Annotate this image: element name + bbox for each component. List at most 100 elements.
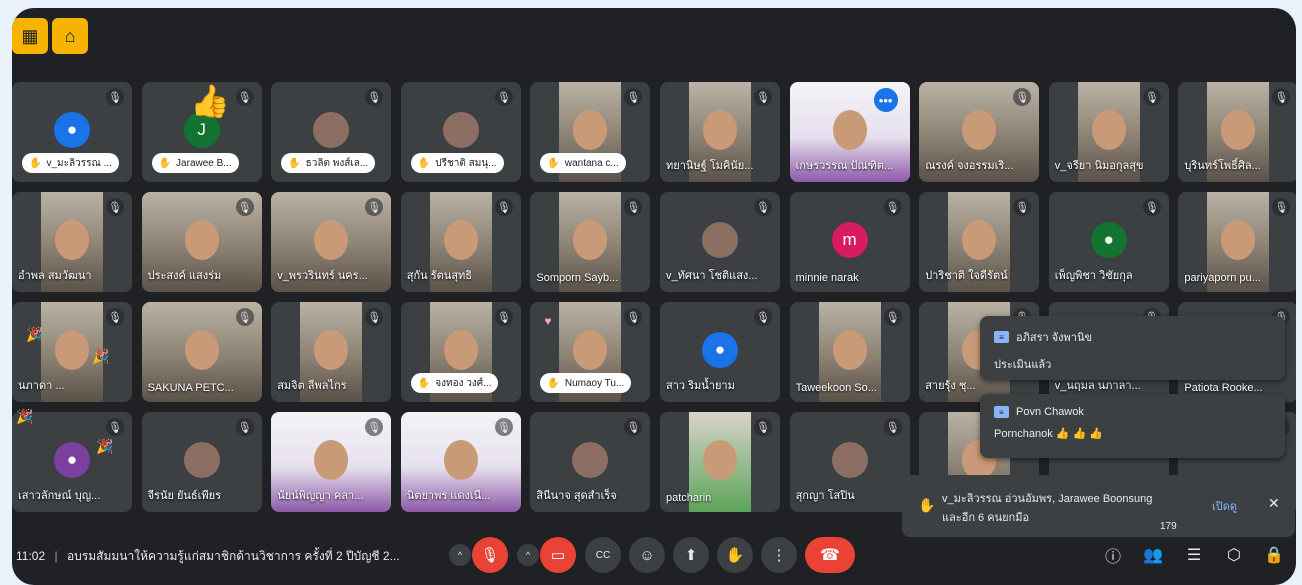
mic-muted-icon: 🎙 (494, 308, 513, 326)
raised-hand-name-pill: ✋ ปรีชาติ สมนุ... (410, 153, 504, 173)
avatar (442, 112, 479, 148)
participant-name: v_พรวรินทร์ นคร... (277, 270, 368, 282)
raise-hand-button[interactable]: ✋ (717, 537, 753, 573)
mic-options-chevron-icon[interactable]: ^ (449, 544, 471, 566)
chat-panel-icon[interactable]: ☰ (1180, 541, 1208, 569)
participant-face (1221, 110, 1256, 150)
mic-off-button[interactable]: 🎙 (472, 537, 508, 573)
more-options-icon[interactable]: ••• (873, 88, 898, 112)
chat-sender: อภิสรา จังพานิข (1016, 332, 1092, 344)
participant-tile[interactable]: 🎙 บุรินทร์โพธิ์ศิล... (1178, 82, 1296, 182)
participant-tile[interactable]: 🎙 pariyaporn pu... (1178, 192, 1296, 292)
participant-tile[interactable]: 🎙 v_พรวรินทร์ นคร... (271, 192, 392, 292)
participant-tile[interactable]: 🎙 อำพล สมวัฒนา (12, 192, 132, 292)
participant-name: อำพล สมวัฒนา (18, 270, 92, 282)
participant-tile[interactable]: ● 🎙 สาว ริมน้ำยาม (660, 302, 780, 402)
participant-name: Patiota Rooke... (1184, 382, 1263, 394)
confetti-icon: 🎉 (26, 326, 44, 342)
chat-icon: ≡ (994, 331, 1009, 343)
raised-hand-icon: ✋ (547, 157, 560, 169)
participant-tile[interactable]: 🎙 สินีนาจ สุดสำเร็จ (530, 412, 651, 512)
participant-name: ปรีชาติ สมนุ... (435, 157, 497, 169)
raised-hand-icon: ✋ (29, 157, 42, 169)
close-notification-button[interactable]: ✕ (1268, 495, 1280, 512)
participant-face (55, 220, 89, 260)
mic-muted-icon: 🎙 (365, 88, 384, 106)
participant-tile[interactable]: 🎙 จีรนัย ยันธ์เพียร (141, 412, 262, 512)
mic-muted-icon: 🎙 (365, 308, 384, 326)
participant-face (573, 330, 608, 370)
chat-message: Pornchanok 👍 👍 👍 (994, 428, 1103, 440)
participant-tile[interactable]: ••• เกษรวรรณ ปัณฑิต... (789, 82, 910, 182)
raised-hand-name-pill: ✋ Numaoy Tu... (540, 373, 632, 393)
host-controls-lock-icon[interactable]: 🔒 (1260, 541, 1288, 569)
participant-tile[interactable]: ● 🎙 เพ็ญพิชา วิชัยกุล (1048, 192, 1169, 292)
confetti-icon: 🎉 (16, 408, 34, 424)
participant-tile[interactable]: 🎙 ♥ ✋ Numaoy Tu... (530, 302, 651, 402)
camera-options-chevron-icon[interactable]: ^ (517, 544, 539, 566)
participant-name: v_ทัศนา โชติแสง... (666, 270, 758, 282)
mic-muted-icon: 🎙 (494, 88, 513, 106)
participant-name: Somporn Sayb... (536, 272, 619, 284)
participant-tile[interactable]: ● 🎙 ✋ v_มะลิวรรณ ... (12, 82, 132, 182)
mic-muted-icon: 🎙 (494, 198, 513, 216)
raised-hands-more: และอีก 6 คนยกมือ (942, 512, 1030, 524)
chat-notification-2[interactable]: ≡ Povn Chawok Pornchanok 👍 👍 👍 (980, 394, 1285, 458)
participant-tile[interactable]: 🎙 สุกญา โสปิน (789, 412, 910, 512)
raised-hand-icon: ✋ (547, 377, 560, 389)
participant-tile[interactable]: 🎙 ✋ จงทอง วงศ์... (400, 302, 521, 402)
mic-muted-icon: 🎙 (235, 418, 254, 436)
participant-tile[interactable]: 🎙 ✋ ปรีชาติ สมนุ... (400, 82, 521, 182)
participant-name: ธวลิต พงส์เล... (305, 157, 369, 169)
confetti-icon: 🎉 (96, 438, 114, 454)
participant-tile[interactable]: 🎙 SAKUNA PETC... (141, 302, 262, 402)
chat-notification-1[interactable]: ≡ อภิสรา จังพานิข ประเมินแล้ว (980, 316, 1285, 380)
participant-tile[interactable]: 🎙 นภาดา ... (12, 302, 132, 402)
mic-muted-icon: 🎙 (106, 88, 124, 106)
participant-name: เพ็ญพิชา วิชัยกุล (1054, 270, 1133, 282)
participant-tile[interactable]: 🎙 Taweekoon So... (789, 302, 910, 402)
leave-call-button[interactable]: ☎ (805, 537, 855, 573)
mic-muted-icon: 🎙 (235, 198, 254, 216)
participant-face (1221, 220, 1256, 260)
meeting-time: 11:02 (16, 549, 46, 563)
more-options-button[interactable]: ⋮ (761, 537, 797, 573)
people-icon[interactable]: 👥 (1139, 541, 1167, 569)
captions-button[interactable]: CC (585, 537, 621, 573)
participant-tile[interactable]: m 🎙 minnie narak (789, 192, 910, 292)
participant-tile[interactable]: 🎙 v_ทัศนา โชติแสง... (660, 192, 780, 292)
participant-tile[interactable]: 🎙 ปาริชาติ ใจดีรัตน์ (919, 192, 1040, 292)
participant-tile[interactable]: 🎙 ✋ ธวลิต พงส์เล... (271, 82, 392, 182)
participant-face (962, 110, 997, 150)
raised-hand-name-pill: ✋ wantana c... (540, 153, 626, 173)
meeting-info-icon[interactable]: ⓘ (1099, 541, 1127, 569)
participant-tile[interactable]: 🎙 นัยน์พิญญา คลา... (271, 412, 392, 512)
participant-tile[interactable]: 🎙 นิตยาพร แดงเนื... (400, 412, 521, 512)
building-icon[interactable]: ⌂ (52, 18, 88, 54)
camera-off-button[interactable]: ▭ (540, 537, 576, 573)
participant-face (314, 330, 349, 370)
participant-tile[interactable]: 🎙 สมจิต ลีพลไกร (271, 302, 392, 402)
participant-tile[interactable]: 🎙 Somporn Sayb... (530, 192, 651, 292)
present-screen-button[interactable]: ⬆ (673, 537, 709, 573)
participant-tile[interactable]: 🎙 ณรงค์ จงอรรมเริ... (919, 82, 1040, 182)
participant-name: บุรินทร์โพธิ์ศิล... (1184, 160, 1261, 172)
mic-muted-icon: 🎙 (754, 198, 772, 216)
participant-tile[interactable]: 🎙 patcharin (660, 412, 780, 512)
participant-name: เกษรวรรณ ปัณฑิต... (795, 160, 894, 172)
activities-icon[interactable]: ⬡ (1220, 541, 1248, 569)
participant-tile[interactable]: 🎙 ✋ wantana c... (530, 82, 651, 182)
mic-muted-icon: 🎙 (754, 308, 772, 326)
participant-tile[interactable]: 🎙 ประสงค์ แสงร่ม (141, 192, 262, 292)
participant-tile[interactable]: 🎙 สุกัน รัตนสุทธิ (400, 192, 521, 292)
participant-tile[interactable]: ● 🎙 เสาวลักษณ์ บุญ... (12, 412, 132, 512)
top-left-icon[interactable]: ▦ (12, 18, 48, 54)
mic-muted-icon: 🎙 (235, 88, 254, 106)
view-raised-hands-button[interactable]: เปิดดู (1212, 497, 1237, 515)
participant-tile[interactable]: 🎙 ทยานิษฐ์ โมคินัย... (660, 82, 780, 182)
emoji-reaction-button[interactable]: ☺ (629, 537, 665, 573)
participant-tile[interactable]: 🎙 v_จรียา นิมอกุลสุข (1048, 82, 1169, 182)
participant-name: Taweekoon So... (795, 382, 877, 394)
avatar (183, 442, 220, 478)
participant-face (184, 220, 219, 260)
